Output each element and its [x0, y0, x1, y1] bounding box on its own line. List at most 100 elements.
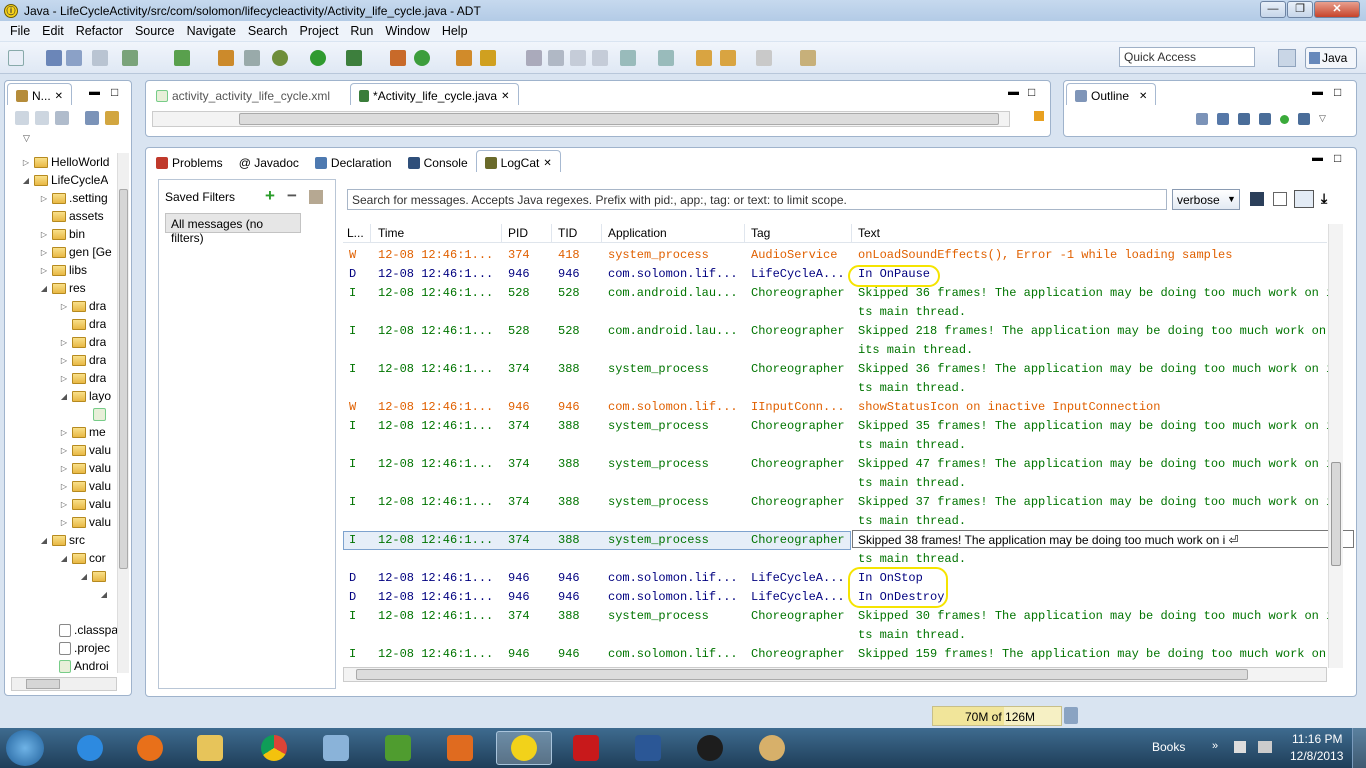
taskbar-paint[interactable]: [744, 731, 800, 765]
log-vscrollbar[interactable]: [1328, 224, 1343, 668]
open-perspective-icon[interactable]: [1278, 49, 1296, 67]
tree-item[interactable]: ◢ cor: [59, 549, 106, 567]
maximize-view-icon[interactable]: □: [1334, 151, 1341, 165]
minimize-button[interactable]: —: [1260, 1, 1286, 18]
navigator-vscrollbar[interactable]: [117, 153, 129, 673]
toggle-mark-icon[interactable]: [548, 50, 564, 66]
next-annotation-icon[interactable]: [620, 50, 636, 66]
coverage-icon[interactable]: [346, 50, 362, 66]
all-messages-filter[interactable]: All messages (no filters): [165, 213, 301, 245]
taskbar-ie[interactable]: [62, 731, 118, 765]
tree-item[interactable]: ▷ .setting: [39, 189, 108, 207]
taskbar-media[interactable]: [432, 731, 488, 765]
tree-item[interactable]: ▷ valu: [59, 459, 111, 477]
minimize-view-icon[interactable]: ▬: [1312, 86, 1323, 98]
tab-declaration[interactable]: Declaration: [307, 150, 400, 172]
nav-forward-icon[interactable]: [35, 111, 49, 125]
menu-edit[interactable]: Edit: [36, 24, 70, 38]
scroll-thumb[interactable]: [1331, 462, 1341, 566]
taskbar-firefox[interactable]: [122, 731, 178, 765]
toggle-filters-icon[interactable]: [1294, 190, 1314, 208]
log-row[interactable]: I 12-08 12:46:1... 528 528 com.android.l…: [343, 322, 1327, 360]
menu-navigate[interactable]: Navigate: [181, 24, 242, 38]
collapse-all-icon[interactable]: [1196, 113, 1208, 125]
taskbar-adt[interactable]: [496, 731, 552, 765]
close-icon[interactable]: ✕: [543, 158, 551, 169]
print-icon[interactable]: [92, 50, 108, 66]
minimize-view-icon[interactable]: ▬: [1008, 86, 1019, 98]
close-icon[interactable]: ✕: [501, 91, 509, 102]
search-icon[interactable]: [480, 50, 496, 66]
log-hscrollbar[interactable]: [343, 667, 1327, 682]
taskbar-explorer[interactable]: [182, 731, 238, 765]
prev-annotation-icon[interactable]: [658, 50, 674, 66]
start-button[interactable]: [6, 730, 44, 766]
log-row[interactable]: I 12-08 12:46:1... 374 388 system_proces…: [343, 360, 1333, 398]
tree-item[interactable]: ◢ LifeCycleA: [21, 171, 108, 189]
taskbar-terminal[interactable]: [682, 731, 738, 765]
heap-status[interactable]: 70M of 126M: [932, 706, 1062, 726]
hide-nonpublic-icon[interactable]: [1280, 115, 1289, 124]
annotation-icon[interactable]: [526, 50, 542, 66]
trash-icon[interactable]: [1064, 707, 1078, 724]
close-button[interactable]: ✕: [1314, 1, 1360, 18]
remove-filter-icon[interactable]: −: [287, 187, 297, 204]
menu-source[interactable]: Source: [129, 24, 181, 38]
maximize-button[interactable]: ❐: [1287, 1, 1313, 18]
minimize-view-icon[interactable]: ▬: [1312, 152, 1323, 164]
view-menu-icon[interactable]: ▽: [1319, 113, 1326, 125]
col-time[interactable]: Time: [375, 224, 502, 242]
tree-item[interactable]: ▷ dra: [59, 333, 106, 351]
col-application[interactable]: Application: [605, 224, 745, 242]
tab-console[interactable]: Console: [400, 150, 476, 172]
back-icon[interactable]: [720, 50, 736, 66]
scroll-lock-icon[interactable]: ⤓: [1321, 190, 1327, 207]
tab-xml-layout[interactable]: activity_activity_life_cycle.xml: [148, 83, 338, 105]
check-icon[interactable]: [174, 50, 190, 66]
tab-outline[interactable]: Outline ✕: [1066, 83, 1157, 105]
maximize-view-icon[interactable]: □: [111, 85, 118, 99]
tree-item[interactable]: ▷ valu: [59, 513, 111, 531]
hide-static-icon[interactable]: [1259, 113, 1271, 125]
view-menu-icon[interactable]: ▽: [23, 133, 30, 144]
skip-icon[interactable]: [244, 50, 260, 66]
minimize-view-icon[interactable]: ▬: [89, 86, 100, 98]
close-icon[interactable]: ✕: [1139, 91, 1147, 102]
log-row[interactable]: W 12-08 12:46:1... 946 946 com.solomon.l…: [343, 398, 1327, 417]
col-tag[interactable]: Tag: [748, 224, 852, 242]
open-type-icon[interactable]: [456, 50, 472, 66]
taskbar-notepad[interactable]: [308, 731, 364, 765]
menu-window[interactable]: Window: [379, 24, 435, 38]
tab-navigator[interactable]: N... ✕: [7, 83, 73, 105]
log-row[interactable]: I 12-08 12:46:1... 374 388 system_proces…: [343, 493, 1333, 531]
block-select-icon[interactable]: [570, 50, 586, 66]
sort-icon[interactable]: [1217, 113, 1229, 125]
editor-hscrollbar[interactable]: [152, 111, 1010, 127]
new-package-icon[interactable]: [390, 50, 406, 66]
save-all-icon[interactable]: [66, 50, 82, 66]
clock-date[interactable]: 12/8/2013: [1290, 749, 1343, 763]
tree-item[interactable]: .classpa: [59, 621, 117, 639]
tree-item[interactable]: ◢ res: [39, 279, 86, 297]
hscroll-thumb[interactable]: [356, 669, 1248, 680]
maximize-view-icon[interactable]: □: [1334, 85, 1341, 99]
menu-search[interactable]: Search: [242, 24, 294, 38]
logcat-search-input[interactable]: Search for messages. Accepts Java regexe…: [347, 189, 1167, 210]
menu-help[interactable]: Help: [436, 24, 474, 38]
log-row[interactable]: D 12-08 12:46:1... 946 946 com.solomon.l…: [343, 265, 1327, 284]
tree-item[interactable]: ▷ valu: [59, 477, 111, 495]
maximize-view-icon[interactable]: □: [1028, 85, 1035, 99]
taskbar-chrome[interactable]: [246, 731, 302, 765]
log-row[interactable]: D 12-08 12:46:1... 946 946 com.solomon.l…: [343, 588, 1327, 607]
tree-item[interactable]: ▷ libs: [39, 261, 87, 279]
save-icon[interactable]: [46, 50, 62, 66]
tree-item[interactable]: Androi: [59, 657, 109, 675]
tree-item[interactable]: ▷ dra: [59, 369, 106, 387]
clock-time[interactable]: 11:16 PM: [1292, 732, 1342, 746]
tab-problems[interactable]: Problems: [148, 150, 231, 172]
nav-up-icon[interactable]: [55, 111, 69, 125]
hide-fields-icon[interactable]: [1238, 113, 1250, 125]
run-icon[interactable]: [310, 50, 326, 66]
tree-item[interactable]: dra: [69, 315, 106, 333]
tree-item[interactable]: ▷ HelloWorld: [21, 153, 110, 171]
